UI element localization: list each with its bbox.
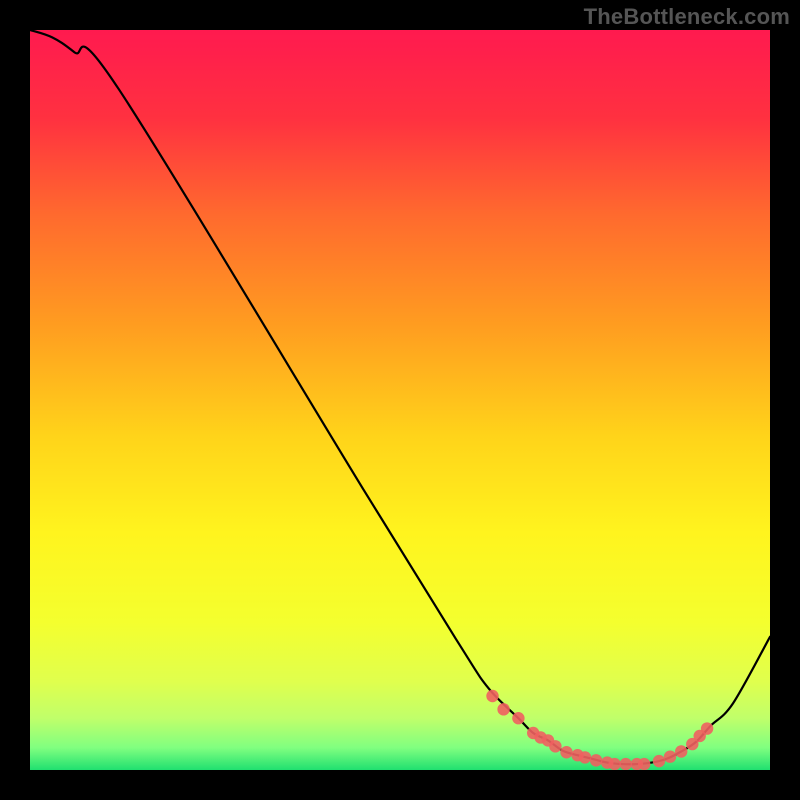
highlight-marker	[560, 746, 572, 758]
highlight-marker	[701, 722, 713, 734]
highlight-marker	[620, 758, 632, 770]
gradient-rect	[30, 30, 770, 770]
watermark-text: TheBottleneck.com	[584, 4, 790, 30]
highlight-marker	[486, 690, 498, 702]
highlight-marker	[608, 758, 620, 770]
highlight-marker	[664, 750, 676, 762]
plot-svg	[30, 30, 770, 770]
highlight-marker	[579, 751, 591, 763]
highlight-marker	[675, 745, 687, 757]
highlight-marker	[590, 754, 602, 766]
plot-frame	[30, 30, 770, 770]
highlight-marker	[512, 712, 524, 724]
highlight-marker	[653, 755, 665, 767]
highlight-marker	[497, 703, 509, 715]
highlight-marker	[638, 758, 650, 770]
chart-stage: TheBottleneck.com	[0, 0, 800, 800]
highlight-marker	[549, 740, 561, 752]
